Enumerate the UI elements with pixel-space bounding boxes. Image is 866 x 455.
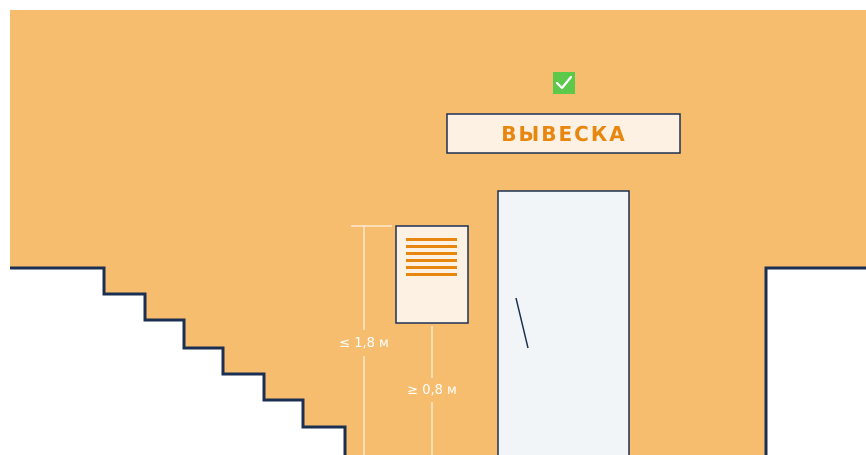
check-icon (553, 72, 575, 94)
max-height-label: ≤ 1,8 м (339, 336, 389, 351)
sign-label: ВЫВЕСКА (501, 122, 626, 146)
door (497, 190, 630, 455)
side-area (766, 268, 866, 455)
facade-diagram: ВЫВЕСКА ≤ 1,8 м ≥ 0,8 м (0, 10, 866, 455)
min-height-label: ≥ 0,8 м (407, 383, 457, 398)
